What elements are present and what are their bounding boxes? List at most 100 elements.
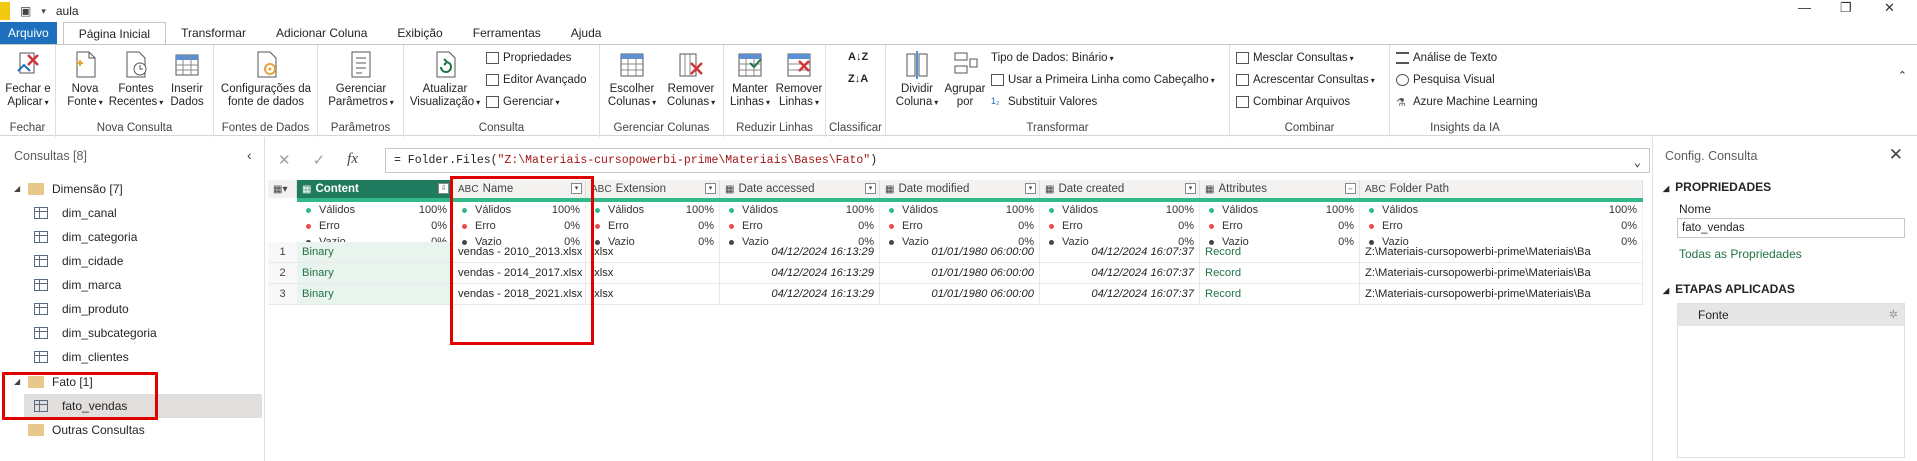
table-cell-path[interactable]: Z:\Materiais-cursopowerbi-prime\Materiai… (1360, 263, 1643, 284)
table-menu-button[interactable]: ▦▾ (268, 180, 297, 198)
propriedades-button[interactable]: Propriedades (486, 52, 571, 64)
quick-access-dropdown-icon[interactable]: ▾ (41, 6, 46, 17)
table-cell-accessed[interactable]: 04/12/2024 16:13:29 (720, 263, 880, 284)
save-icon[interactable]: ▣ (20, 4, 31, 18)
table-cell-attributes[interactable]: Record (1200, 263, 1360, 284)
azure-ml-button[interactable]: ⚗ Azure Machine Learning (1396, 96, 1538, 109)
sort-descending-button[interactable]: Z↓A (848, 73, 868, 85)
table-cell-created[interactable]: 04/12/2024 16:07:37 (1040, 284, 1200, 305)
formula-input[interactable]: = Folder.Files("Z:\Materiais-cursopowerb… (385, 148, 1650, 173)
row-number[interactable]: 2 (268, 263, 297, 284)
tab-transformar[interactable]: Transformar (166, 22, 261, 44)
query-item[interactable]: dim_produto (34, 297, 129, 321)
row-number[interactable]: 3 (268, 284, 297, 305)
restore-icon[interactable]: ❐ (1840, 0, 1852, 16)
dividir-coluna-button[interactable]: Dividir Coluna ▾ (894, 49, 940, 109)
table-cell-modified[interactable]: 01/01/1980 06:00:00 (880, 242, 1040, 263)
column-header-content[interactable]: ▦ Content ⇩ (297, 180, 453, 198)
column-header-date-accessed[interactable]: ▦ Date accessed ▾ (720, 180, 880, 198)
tab-exibicao[interactable]: Exibição (382, 22, 457, 44)
fontes-recentes-button[interactable]: Fontes Recentes ▾ (108, 49, 164, 109)
mesclar-consultas-button[interactable]: Mesclar Consultas ▾ (1236, 52, 1354, 64)
collapse-pane-icon[interactable]: ‹ (247, 147, 252, 163)
tipo-dados-dropdown[interactable]: Tipo de Dados: Binário ▾ (991, 52, 1114, 64)
substituir-valores-button[interactable]: 1₂ Substituir Valores (991, 96, 1097, 108)
column-header-date-modified[interactable]: ▦ Date modified ▾ (880, 180, 1040, 198)
table-cell-content[interactable]: Binary (297, 284, 453, 305)
tab-arquivo[interactable]: Arquivo (0, 22, 57, 44)
table-cell-modified[interactable]: 01/01/1980 06:00:00 (880, 263, 1040, 284)
properties-section[interactable]: ◢ PROPRIEDADES (1663, 180, 1771, 194)
close-window-icon[interactable]: ✕ (1884, 0, 1895, 16)
query-item[interactable]: dim_clientes (34, 345, 129, 369)
gerenciar-button[interactable]: Gerenciar ▾ (486, 96, 560, 108)
table-cell-modified[interactable]: 01/01/1980 06:00:00 (880, 284, 1040, 305)
analise-texto-button[interactable]: Análise de Texto (1396, 52, 1497, 64)
pesquisa-visual-button[interactable]: Pesquisa Visual (1396, 74, 1495, 86)
column-header-folder-path[interactable]: ABC Folder Path (1360, 180, 1643, 198)
table-cell-accessed[interactable]: 04/12/2024 16:13:29 (720, 242, 880, 263)
table-cell-attributes[interactable]: Record (1200, 284, 1360, 305)
table-cell-path[interactable]: Z:\Materiais-cursopowerbi-prime\Materiai… (1360, 242, 1643, 263)
query-item[interactable]: dim_canal (34, 201, 117, 225)
expand-formula-icon[interactable]: ⌄ (1634, 152, 1641, 175)
cancel-formula-icon[interactable]: ✕ (278, 151, 291, 169)
combinar-arquivos-button[interactable]: Combinar Arquivos (1236, 96, 1350, 108)
escolher-colunas-button[interactable]: Escolher Colunas ▾ (604, 49, 660, 109)
query-item[interactable]: dim_cidade (34, 249, 123, 273)
group-outras-consultas[interactable]: Outras Consultas (28, 418, 145, 442)
column-header-attributes[interactable]: ▦ Attributes ↔ (1200, 180, 1360, 198)
query-item[interactable]: dim_marca (34, 273, 121, 297)
remover-colunas-button[interactable]: Remover Colunas ▾ (662, 49, 720, 109)
table-cell-created[interactable]: 04/12/2024 16:07:37 (1040, 242, 1200, 263)
tab-adicionar-coluna[interactable]: Adicionar Coluna (261, 22, 382, 44)
query-item[interactable]: dim_subcategoria (34, 321, 157, 345)
inserir-dados-button[interactable]: Inserir Dados (164, 49, 210, 109)
minimize-icon[interactable]: — (1798, 0, 1811, 15)
fechar-aplicar-button[interactable]: Fechar e Aplicar ▾ (4, 49, 52, 109)
all-properties-link[interactable]: Todas as Propriedades (1679, 247, 1802, 261)
settings-gear-icon[interactable]: ✲ (1889, 304, 1898, 326)
table-cell-path[interactable]: Z:\Materiais-cursopowerbi-prime\Materiai… (1360, 284, 1643, 305)
column-filter-icon[interactable]: ⇩ (438, 183, 449, 194)
query-item[interactable]: dim_categoria (34, 225, 137, 249)
close-pane-icon[interactable]: ✕ (1889, 145, 1903, 165)
column-filter-icon[interactable]: ▾ (865, 183, 876, 194)
configuracoes-fonte-button[interactable]: Configurações da fonte de dados (218, 49, 314, 109)
agrupar-por-button[interactable]: Agrupar por (942, 49, 988, 109)
table-cell-content[interactable]: Binary (297, 263, 453, 284)
applied-steps-section[interactable]: ◢ ETAPAS APLICADAS (1663, 282, 1795, 296)
nova-fonte-button[interactable]: Nova Fonte ▾ (62, 49, 108, 109)
table-cell-content[interactable]: Binary (297, 242, 453, 263)
tab-ajuda[interactable]: Ajuda (556, 22, 617, 44)
group-dimensao[interactable]: ◢ Dimensão [7] (14, 177, 123, 201)
table-cell-ext[interactable]: .xlsx (586, 284, 720, 305)
primeira-linha-cabecalho-button[interactable]: Usar a Primeira Linha como Cabeçalho ▾ (991, 74, 1215, 86)
sort-ascending-button[interactable]: A↓Z (848, 51, 868, 63)
editor-avancado-button[interactable]: Editor Avançado (486, 74, 587, 86)
gerenciar-parametros-button[interactable]: Gerenciar Parâmetros ▾ (320, 49, 402, 109)
fx-icon[interactable]: fx (347, 151, 358, 169)
row-number[interactable]: 1 (268, 242, 297, 263)
tab-pagina-inicial[interactable]: Página Inicial (62, 22, 167, 45)
table-cell-attributes[interactable]: Record (1200, 242, 1360, 263)
query-name-input[interactable]: fato_vendas (1677, 218, 1905, 238)
column-header-extension[interactable]: ABC Extension ▾ (586, 180, 720, 198)
table-cell-ext[interactable]: .xlsx (586, 263, 720, 284)
table-cell-created[interactable]: 04/12/2024 16:07:37 (1040, 263, 1200, 284)
table-cell-accessed[interactable]: 04/12/2024 16:13:29 (720, 284, 880, 305)
manter-linhas-button[interactable]: Manter Linhas ▾ (726, 49, 774, 109)
commit-formula-icon[interactable]: ✓ (313, 151, 326, 169)
column-filter-icon[interactable]: ▾ (1185, 183, 1196, 194)
column-filter-icon[interactable]: ▾ (705, 183, 716, 194)
atualizar-visualizacao-button[interactable]: Atualizar Visualização ▾ (406, 49, 484, 109)
column-filter-icon[interactable]: ▾ (1025, 183, 1036, 194)
step-item-fonte[interactable]: Fonte ✲ (1678, 304, 1904, 326)
collapse-ribbon-icon[interactable]: ⌃ (1898, 69, 1907, 82)
remover-linhas-button[interactable]: Remover Linhas ▾ (774, 49, 824, 109)
acrescentar-consultas-button[interactable]: Acrescentar Consultas ▾ (1236, 74, 1375, 86)
expand-column-icon[interactable]: ↔ (1345, 183, 1356, 194)
table-cell-ext[interactable]: .xlsx (586, 242, 720, 263)
tab-ferramentas[interactable]: Ferramentas (458, 22, 556, 44)
column-header-date-created[interactable]: ▦ Date created ▾ (1040, 180, 1200, 198)
